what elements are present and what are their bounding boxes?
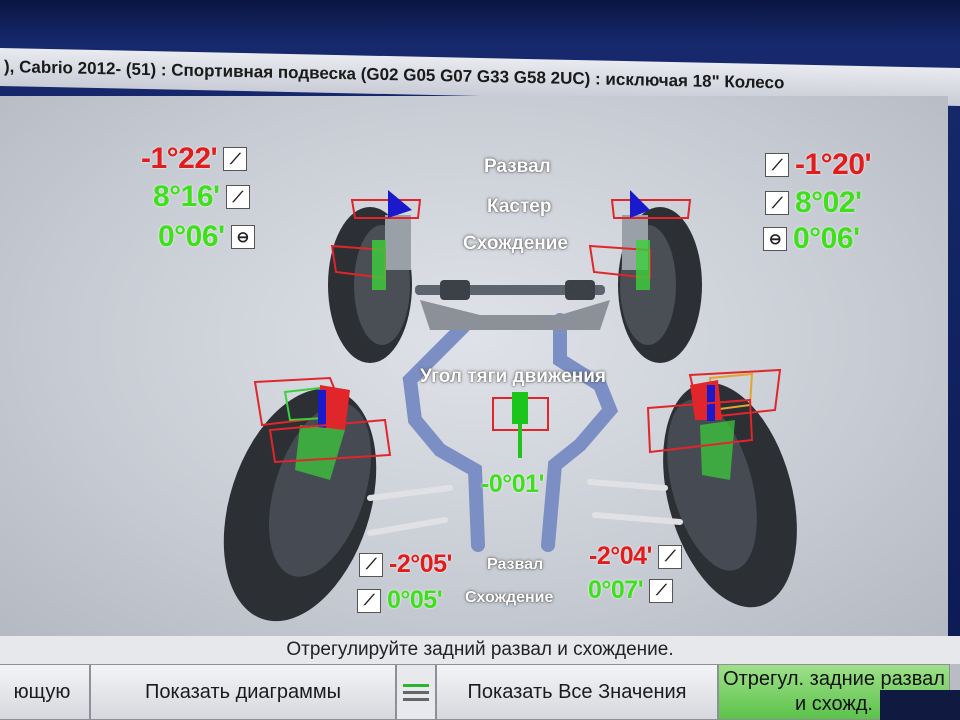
- button-bar: ющую Показать диаграммы Показать Все Зна…: [0, 664, 960, 720]
- rear-camber-label: Развал: [487, 556, 544, 573]
- front-right-toe: ⊖ 0°06': [763, 222, 860, 256]
- thrust-angle-value: -0°01': [481, 470, 544, 498]
- front-left-camber: -1°22' ⟋: [141, 142, 248, 176]
- wrench-icon[interactable]: ⟋: [223, 147, 248, 171]
- wrench-icon[interactable]: ⟋: [649, 578, 674, 603]
- front-left-wheel: [328, 190, 422, 363]
- thrust-angle-label: Угол тяги движения: [420, 366, 606, 387]
- rear-left-camber-value: -2°05': [389, 550, 452, 578]
- show-all-values-button[interactable]: Показать Все Значения: [436, 664, 718, 720]
- show-charts-button[interactable]: Показать диаграммы: [90, 664, 396, 720]
- status-message: Отрегулируйте задний развал и схождение.: [0, 636, 960, 664]
- wrench-icon[interactable]: ⟋: [765, 153, 789, 177]
- exhaust-pipes: [402, 313, 619, 552]
- wrench-icon[interactable]: ⟋: [357, 588, 381, 613]
- front-caster-label: Кастер: [487, 196, 552, 217]
- front-toe-label: Схождение: [463, 233, 568, 254]
- front-left-caster-value: 8°16': [153, 180, 220, 213]
- front-right-camber-value: -1°20': [795, 148, 872, 181]
- front-right-camber: ⟋ -1°20': [765, 148, 872, 182]
- rear-left-toe: ⟋ 0°05': [357, 586, 443, 615]
- chart-view-icon[interactable]: [396, 664, 436, 720]
- front-right-toe-value: 0°06': [793, 222, 860, 255]
- front-right-caster-value: 8°02': [795, 186, 862, 219]
- front-left-toe: 0°06' ⊖: [158, 220, 255, 254]
- alignment-panel: Развал Кастер Схождение -1°22' ⟋ 8°16' ⟋…: [0, 96, 948, 636]
- front-left-caster: 8°16' ⟋: [153, 180, 250, 214]
- wrench-icon[interactable]: ⟋: [657, 544, 682, 569]
- rear-right-toe-value: 0°07': [588, 576, 644, 604]
- rear-right-toe: 0°07' ⟋: [588, 576, 674, 605]
- front-right-caster: ⟋ 8°02': [765, 186, 862, 220]
- system-tray: [880, 690, 960, 720]
- front-camber-label: Развал: [484, 156, 551, 177]
- front-right-wheel: [588, 190, 702, 363]
- wrench-icon[interactable]: ⟋: [225, 185, 250, 209]
- thrust-angle-indicator: [492, 392, 549, 458]
- front-left-camber-value: -1°22': [141, 142, 218, 175]
- steering-wheel-icon[interactable]: ⊖: [763, 227, 787, 251]
- rear-left-camber: ⟋ -2°05': [359, 550, 452, 579]
- front-axle: [415, 280, 610, 330]
- rear-toe-label: Схождение: [465, 589, 554, 606]
- steering-wheel-icon[interactable]: ⊖: [230, 225, 255, 249]
- rear-right-camber-value: -2°04': [589, 542, 652, 570]
- wrench-icon[interactable]: ⟋: [765, 191, 789, 215]
- front-left-toe-value: 0°06': [158, 220, 225, 253]
- previous-step-button[interactable]: ющую: [0, 664, 90, 720]
- wrench-icon[interactable]: ⟋: [359, 552, 383, 577]
- rear-left-toe-value: 0°05': [387, 586, 443, 614]
- rear-right-camber: -2°04' ⟋: [589, 542, 682, 571]
